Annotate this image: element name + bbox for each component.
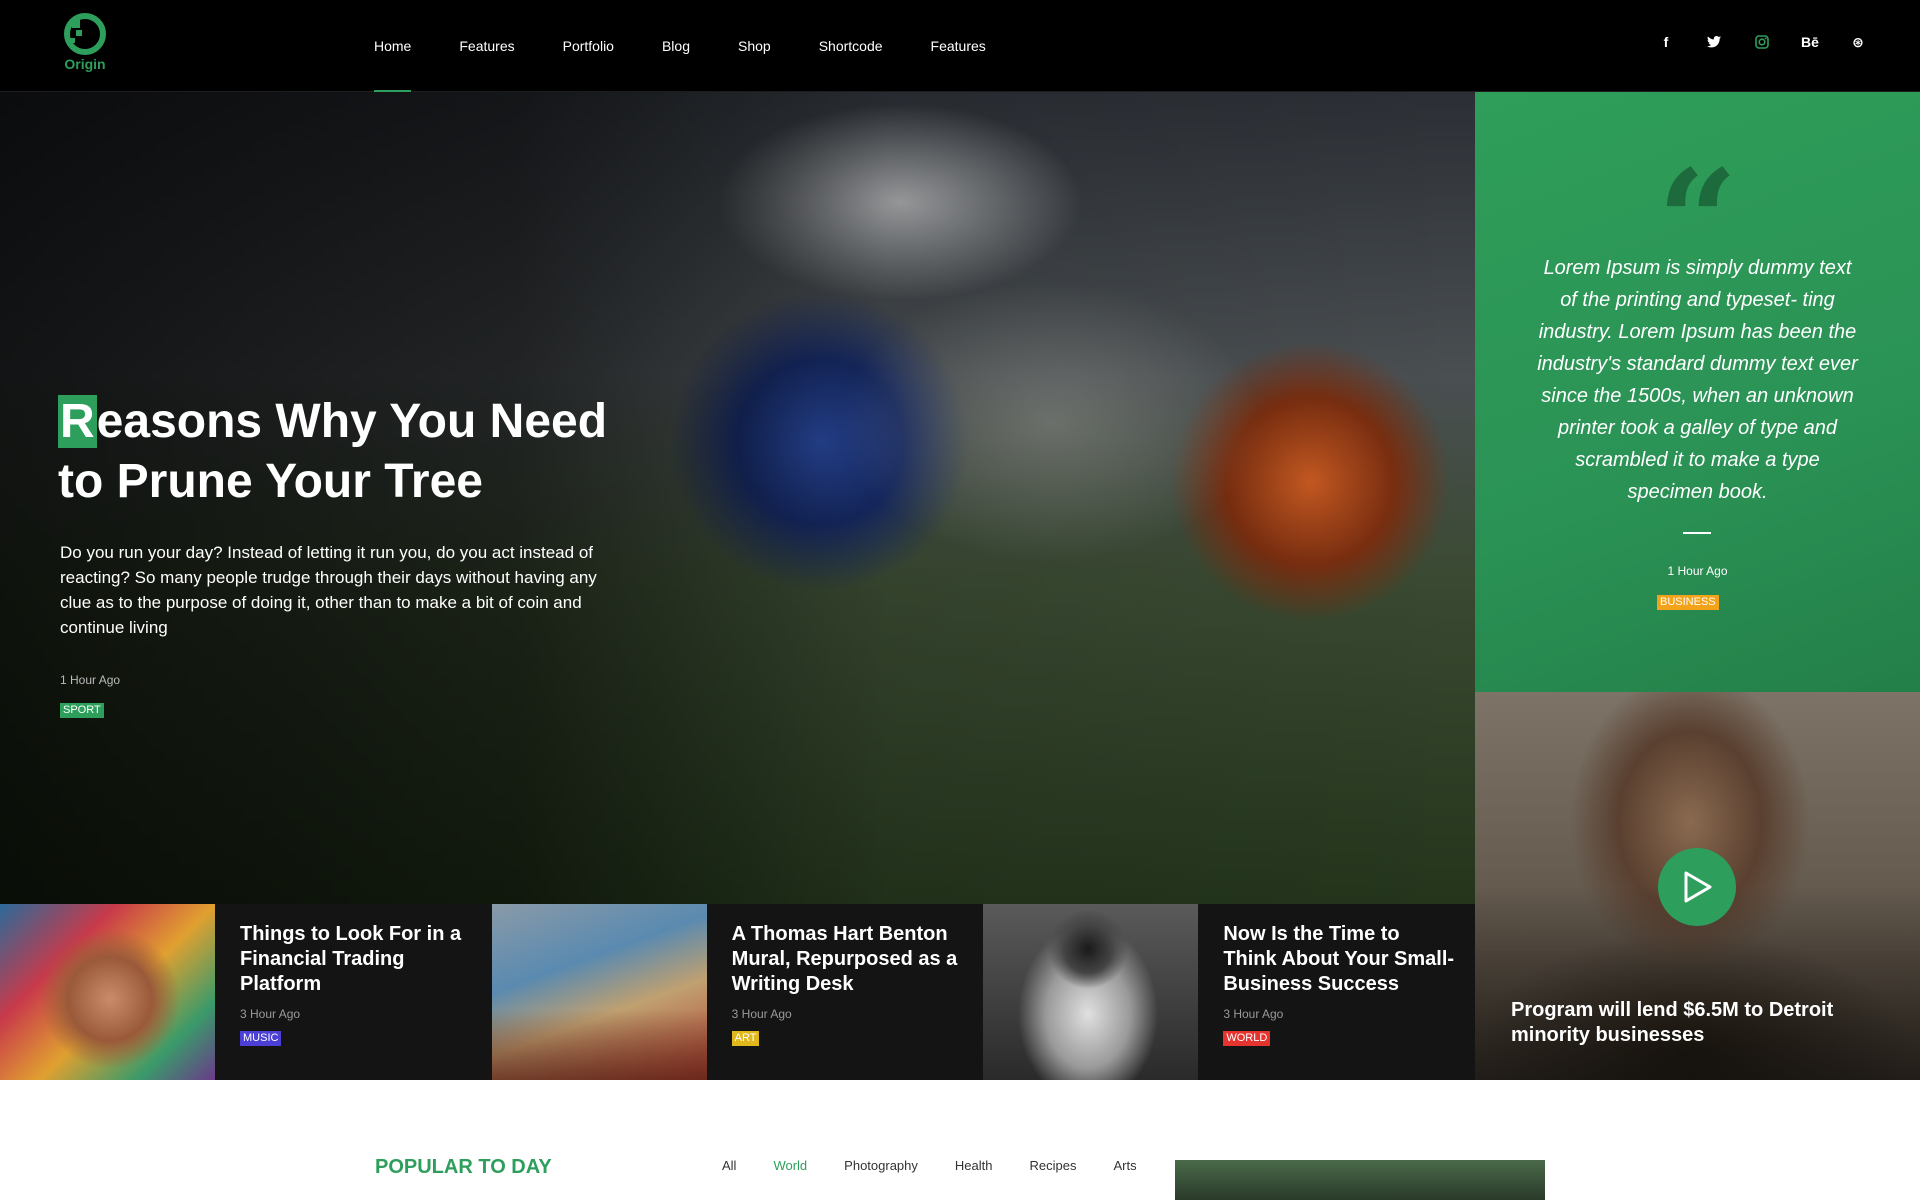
main-nav: Home Features Portfolio Blog Shop Shortc… [350,0,1010,93]
behance-icon[interactable]: Bē [1796,28,1824,56]
post-timestamp: 3 Hour Ago [731,1007,792,1021]
nav-item-label: Features [930,38,986,54]
nav-item-features-2[interactable]: Features [907,0,1010,92]
filter-arts[interactable]: Arts [1113,1158,1136,1173]
nav-item-label: Features [459,38,515,54]
post-title[interactable]: Things to Look For in a Financial Tradin… [240,922,471,997]
video-card[interactable]: Program will lend $6.5M to Detroit minor… [1475,692,1920,1080]
category-filters: All World Photography Health Recipes Art… [722,1158,1174,1173]
logo-text: Origin [64,56,106,72]
facebook-icon[interactable]: f [1652,28,1680,56]
quote-divider [1683,532,1711,534]
hero-title-line2: to Prune Your Tree [58,455,483,508]
post-timestamp: 3 Hour Ago [1223,1007,1284,1021]
video-title[interactable]: Program will lend $6.5M to Detroit minor… [1511,998,1891,1048]
post-thumbnail[interactable] [983,904,1199,1080]
nav-item-shop[interactable]: Shop [714,0,795,92]
post-category-badge[interactable]: ART [731,1031,760,1046]
quote-card: “ Lorem Ipsum is simply dummy text of th… [1475,92,1920,692]
nav-item-label: Blog [661,38,690,54]
filter-recipes[interactable]: Recipes [1029,1158,1076,1173]
nav-item-home[interactable]: Home [350,0,435,93]
play-button[interactable] [1658,848,1736,926]
post-category-badge[interactable]: MUSIC [240,1031,282,1046]
post-title[interactable]: Now Is the Time to Think About Your Smal… [1223,922,1454,997]
filter-all[interactable]: All [722,1158,736,1173]
hero-featured-post[interactable]: Reasons Why You Need to Prune Your Tree D… [0,92,1475,904]
filter-health[interactable]: Health [955,1158,993,1173]
instagram-icon[interactable] [1748,28,1776,56]
play-icon [1684,871,1712,903]
nav-item-shortcode[interactable]: Shortcode [795,0,907,92]
post-title[interactable]: A Thomas Hart Benton Mural, Repurposed a… [732,922,963,997]
nav-item-label: Home [374,38,412,54]
popular-post-thumbnail[interactable] [1175,1160,1545,1200]
list-item[interactable]: Things to Look For in a Financial Tradin… [0,904,492,1080]
filter-photography[interactable]: Photography [844,1158,918,1173]
filter-world[interactable]: World [773,1158,807,1173]
nav-item-label: Portfolio [562,38,614,54]
quote-text: Lorem Ipsum is simply dummy text of the … [1537,257,1858,503]
list-item[interactable]: A Thomas Hart Benton Mural, Repurposed a… [491,904,984,1080]
page: Origin Home Features Portfolio Blog Shop… [0,0,1920,1200]
site-header: Origin Home Features Portfolio Blog Shop… [0,0,1920,93]
post-strip: Things to Look For in a Financial Tradin… [0,904,1475,1080]
hero-title-line1: easons Why You Need [96,395,608,448]
dribbble-icon[interactable]: ⊛ [1844,28,1872,56]
nav-item-features[interactable]: Features [435,0,538,92]
nav-item-blog[interactable]: Blog [638,0,714,92]
hero-title-initial: R [58,395,97,448]
post-timestamp: 3 Hour Ago [240,1007,301,1021]
list-item[interactable]: Now Is the Time to Think About Your Smal… [983,904,1475,1080]
post-category-badge[interactable]: WORLD [1223,1031,1271,1046]
quote-timestamp: 1 Hour Ago [1667,564,1728,578]
social-links: f Bē ⊛ [1652,28,1872,56]
post-thumbnail[interactable] [491,904,707,1080]
hero-timestamp: 1 Hour Ago [60,673,121,687]
nav-item-label: Shortcode [818,38,883,54]
hero-excerpt: Do you run your day? Instead of letting … [60,543,597,637]
section-title: POPULAR TO DAY [375,1156,552,1178]
nav-item-label: Shop [738,38,771,54]
quote-category-badge[interactable]: BUSINESS [1657,595,1719,610]
logo-mark-icon [64,13,106,55]
nav-item-portfolio[interactable]: Portfolio [539,0,638,92]
hero-category-badge[interactable]: SPORT [60,703,104,718]
hero-title[interactable]: Reasons Why You Need to Prune Your Tree [58,392,658,512]
twitter-icon[interactable] [1700,28,1728,56]
post-thumbnail[interactable] [0,904,215,1080]
logo[interactable]: Origin [60,12,110,74]
